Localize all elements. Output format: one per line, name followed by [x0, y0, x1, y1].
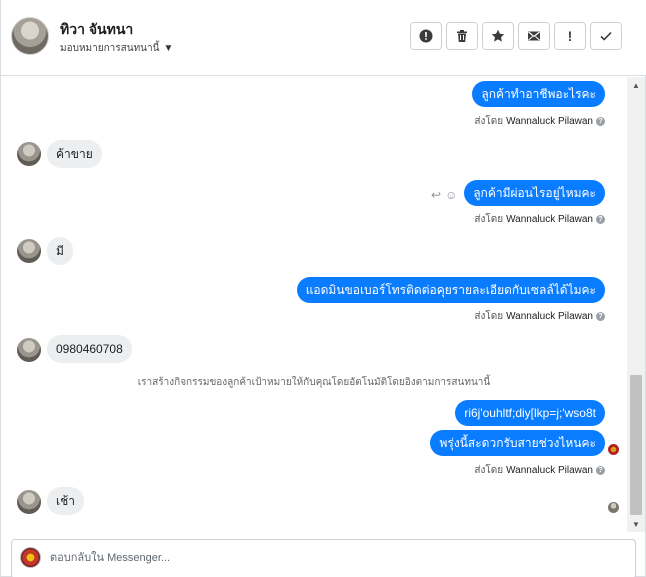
trash-icon: [457, 30, 467, 42]
star-button[interactable]: [482, 22, 514, 50]
follow-up-button[interactable]: !: [554, 22, 586, 50]
reply-icon[interactable]: ↩: [431, 188, 441, 202]
sender-name: Wannaluck Pilawan: [506, 465, 593, 476]
sent-by-line: ส่งโดย Wannaluck Pilawan ?: [474, 212, 605, 227]
thread-scrollbar[interactable]: ▲ ▼: [627, 77, 645, 532]
scroll-up-arrow-icon[interactable]: ▲: [627, 77, 645, 93]
contact-avatar-small: [17, 142, 41, 166]
assign-conversation-dropdown[interactable]: มอบหมายการสนทนานี้ ▼: [60, 41, 173, 56]
contact-name[interactable]: ทิวา จันทนา: [60, 19, 133, 41]
outgoing-message[interactable]: ลูกค้าทำอาชีพอะไรคะ: [472, 81, 605, 107]
scroll-down-arrow-icon[interactable]: ▼: [627, 516, 645, 532]
inbox-conversation-panel: ทิวา จันทนา มอบหมายการสนทนานี้ ▼ ! ลูกค้…: [0, 0, 646, 577]
contact-avatar-small: [17, 239, 41, 263]
done-button[interactable]: [590, 22, 622, 50]
sent-by-line: ส่งโดย Wannaluck Pilawan ?: [474, 463, 605, 478]
seen-indicator: [608, 444, 619, 455]
sender-name: Wannaluck Pilawan: [506, 311, 593, 322]
reply-composer: [11, 539, 636, 577]
outgoing-message[interactable]: แอดมินขอเบอร์โทรติดต่อคุยรายละเอียดกับเซ…: [296, 277, 605, 303]
outgoing-message[interactable]: พรุ่งนี้สะดวกรับสายช่วงไหนคะ: [430, 430, 605, 456]
sent-by-prefix: ส่งโดย: [474, 214, 504, 225]
spam-button[interactable]: [410, 22, 442, 50]
star-icon: [491, 29, 505, 42]
page-logo-icon: [20, 547, 41, 568]
sender-name: Wannaluck Pilawan: [506, 116, 593, 127]
incoming-message[interactable]: เช้า: [47, 487, 84, 515]
mark-unread-button[interactable]: [518, 22, 550, 50]
system-note: เราสร้างกิจกรรมของลูกค้าเป้าหมายให้กับคุ…: [137, 377, 491, 388]
incoming-message[interactable]: มี: [47, 237, 73, 265]
info-icon[interactable]: ?: [596, 215, 605, 224]
contact-avatar[interactable]: [11, 17, 49, 55]
exclamation-icon: !: [567, 28, 573, 44]
info-icon[interactable]: ?: [596, 466, 605, 475]
mail-icon: [528, 31, 540, 41]
info-icon[interactable]: ?: [596, 117, 605, 126]
conversation-actions: !: [410, 22, 622, 50]
sent-by-prefix: ส่งโดย: [474, 116, 504, 127]
alert-circle-icon: [419, 29, 433, 43]
scroll-thumb[interactable]: [630, 375, 642, 515]
react-icon[interactable]: ☺: [445, 188, 457, 202]
assign-label: มอบหมายการสนทนานี้: [60, 43, 160, 54]
check-icon: [600, 31, 612, 41]
outgoing-message[interactable]: ri6j'ouhltf;diy[lkp=j;'wso8t: [455, 400, 605, 426]
delete-button[interactable]: [446, 22, 478, 50]
info-icon[interactable]: ?: [596, 312, 605, 321]
sent-by-prefix: ส่งโดย: [474, 465, 504, 476]
read-receipt-avatar: [608, 502, 619, 513]
reply-input[interactable]: [50, 549, 610, 567]
sent-by-line: ส่งโดย Wannaluck Pilawan ?: [474, 114, 605, 129]
incoming-message[interactable]: ค้าขาย: [47, 140, 102, 168]
sent-by-line: ส่งโดย Wannaluck Pilawan ?: [474, 309, 605, 324]
outgoing-message[interactable]: ลูกค้ามีผ่อนไรอยู่ไหมคะ: [464, 180, 605, 206]
incoming-message[interactable]: 0980460708: [47, 335, 132, 363]
conversation-header: ทิวา จันทนา มอบหมายการสนทนานี้ ▼ !: [1, 0, 646, 76]
message-thread[interactable]: ลูกค้าทำอาชีพอะไรคะ ส่งโดย Wannaluck Pil…: [1, 77, 627, 532]
sender-name: Wannaluck Pilawan: [506, 214, 593, 225]
contact-avatar-small: [17, 490, 41, 514]
sent-by-prefix: ส่งโดย: [474, 311, 504, 322]
message-hover-tools: ↩ ☺: [431, 188, 457, 202]
caret-down-icon: ▼: [163, 43, 174, 54]
contact-avatar-small: [17, 338, 41, 362]
